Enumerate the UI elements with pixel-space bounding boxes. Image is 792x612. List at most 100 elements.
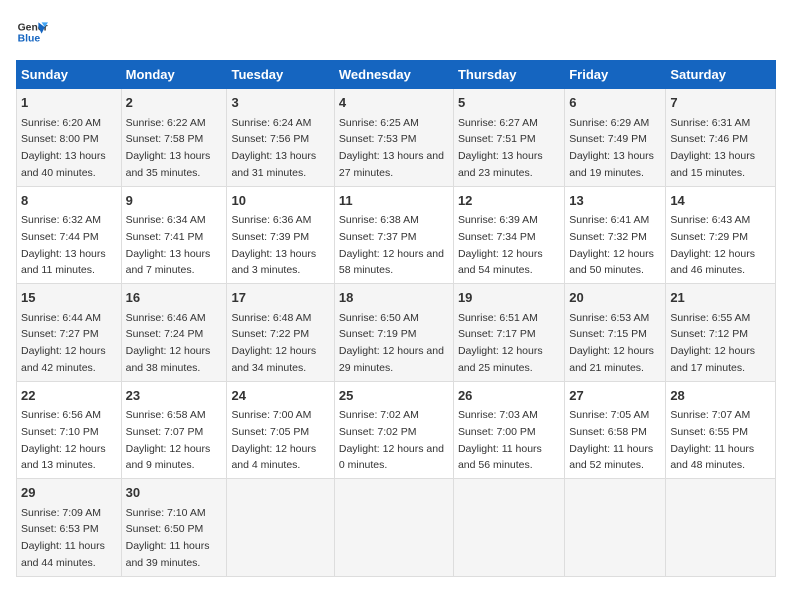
cell-details: Sunrise: 6:58 AMSunset: 7:07 PMDaylight:…	[126, 409, 211, 471]
day-number: 30	[126, 483, 223, 503]
calendar-cell: 13 Sunrise: 6:41 AMSunset: 7:32 PMDaylig…	[565, 186, 666, 284]
calendar-table: SundayMondayTuesdayWednesdayThursdayFrid…	[16, 60, 776, 577]
calendar-cell: 20 Sunrise: 6:53 AMSunset: 7:15 PMDaylig…	[565, 284, 666, 382]
calendar-cell: 19 Sunrise: 6:51 AMSunset: 7:17 PMDaylig…	[453, 284, 564, 382]
calendar-cell: 23 Sunrise: 6:58 AMSunset: 7:07 PMDaylig…	[121, 381, 227, 479]
calendar-cell	[565, 479, 666, 577]
calendar-cell: 15 Sunrise: 6:44 AMSunset: 7:27 PMDaylig…	[17, 284, 122, 382]
calendar-cell: 21 Sunrise: 6:55 AMSunset: 7:12 PMDaylig…	[666, 284, 776, 382]
calendar-cell: 3 Sunrise: 6:24 AMSunset: 7:56 PMDayligh…	[227, 89, 334, 187]
day-number: 12	[458, 191, 560, 211]
cell-details: Sunrise: 6:25 AMSunset: 7:53 PMDaylight:…	[339, 117, 444, 179]
calendar-cell: 16 Sunrise: 6:46 AMSunset: 7:24 PMDaylig…	[121, 284, 227, 382]
day-number: 19	[458, 288, 560, 308]
cell-details: Sunrise: 6:44 AMSunset: 7:27 PMDaylight:…	[21, 312, 106, 374]
calendar-cell: 26 Sunrise: 7:03 AMSunset: 7:00 PMDaylig…	[453, 381, 564, 479]
day-number: 18	[339, 288, 449, 308]
day-number: 24	[231, 386, 329, 406]
calendar-cell: 11 Sunrise: 6:38 AMSunset: 7:37 PMDaylig…	[334, 186, 453, 284]
cell-details: Sunrise: 7:03 AMSunset: 7:00 PMDaylight:…	[458, 409, 542, 471]
header-row: SundayMondayTuesdayWednesdayThursdayFrid…	[17, 61, 776, 89]
calendar-cell: 2 Sunrise: 6:22 AMSunset: 7:58 PMDayligh…	[121, 89, 227, 187]
calendar-cell: 1 Sunrise: 6:20 AMSunset: 8:00 PMDayligh…	[17, 89, 122, 187]
cell-details: Sunrise: 6:53 AMSunset: 7:15 PMDaylight:…	[569, 312, 654, 374]
week-row-3: 15 Sunrise: 6:44 AMSunset: 7:27 PMDaylig…	[17, 284, 776, 382]
calendar-cell: 14 Sunrise: 6:43 AMSunset: 7:29 PMDaylig…	[666, 186, 776, 284]
day-number: 25	[339, 386, 449, 406]
day-number: 15	[21, 288, 117, 308]
col-header-monday: Monday	[121, 61, 227, 89]
day-number: 3	[231, 93, 329, 113]
calendar-cell: 18 Sunrise: 6:50 AMSunset: 7:19 PMDaylig…	[334, 284, 453, 382]
calendar-cell: 6 Sunrise: 6:29 AMSunset: 7:49 PMDayligh…	[565, 89, 666, 187]
cell-details: Sunrise: 7:07 AMSunset: 6:55 PMDaylight:…	[670, 409, 754, 471]
cell-details: Sunrise: 6:31 AMSunset: 7:46 PMDaylight:…	[670, 117, 755, 179]
calendar-cell	[334, 479, 453, 577]
day-number: 6	[569, 93, 661, 113]
col-header-tuesday: Tuesday	[227, 61, 334, 89]
cell-details: Sunrise: 6:41 AMSunset: 7:32 PMDaylight:…	[569, 214, 654, 276]
day-number: 16	[126, 288, 223, 308]
cell-details: Sunrise: 6:43 AMSunset: 7:29 PMDaylight:…	[670, 214, 755, 276]
calendar-cell: 9 Sunrise: 6:34 AMSunset: 7:41 PMDayligh…	[121, 186, 227, 284]
day-number: 17	[231, 288, 329, 308]
day-number: 22	[21, 386, 117, 406]
calendar-cell	[666, 479, 776, 577]
day-number: 9	[126, 191, 223, 211]
day-number: 28	[670, 386, 771, 406]
cell-details: Sunrise: 6:46 AMSunset: 7:24 PMDaylight:…	[126, 312, 211, 374]
cell-details: Sunrise: 7:10 AMSunset: 6:50 PMDaylight:…	[126, 507, 210, 569]
calendar-cell: 7 Sunrise: 6:31 AMSunset: 7:46 PMDayligh…	[666, 89, 776, 187]
calendar-cell: 17 Sunrise: 6:48 AMSunset: 7:22 PMDaylig…	[227, 284, 334, 382]
cell-details: Sunrise: 7:00 AMSunset: 7:05 PMDaylight:…	[231, 409, 316, 471]
calendar-cell: 29 Sunrise: 7:09 AMSunset: 6:53 PMDaylig…	[17, 479, 122, 577]
day-number: 26	[458, 386, 560, 406]
week-row-1: 1 Sunrise: 6:20 AMSunset: 8:00 PMDayligh…	[17, 89, 776, 187]
week-row-4: 22 Sunrise: 6:56 AMSunset: 7:10 PMDaylig…	[17, 381, 776, 479]
calendar-cell: 22 Sunrise: 6:56 AMSunset: 7:10 PMDaylig…	[17, 381, 122, 479]
cell-details: Sunrise: 6:22 AMSunset: 7:58 PMDaylight:…	[126, 117, 211, 179]
cell-details: Sunrise: 6:38 AMSunset: 7:37 PMDaylight:…	[339, 214, 444, 276]
cell-details: Sunrise: 6:39 AMSunset: 7:34 PMDaylight:…	[458, 214, 543, 276]
day-number: 21	[670, 288, 771, 308]
day-number: 2	[126, 93, 223, 113]
cell-details: Sunrise: 6:56 AMSunset: 7:10 PMDaylight:…	[21, 409, 106, 471]
col-header-friday: Friday	[565, 61, 666, 89]
calendar-cell	[227, 479, 334, 577]
header: General Blue	[16, 16, 776, 48]
day-number: 27	[569, 386, 661, 406]
day-number: 8	[21, 191, 117, 211]
col-header-wednesday: Wednesday	[334, 61, 453, 89]
cell-details: Sunrise: 6:51 AMSunset: 7:17 PMDaylight:…	[458, 312, 543, 374]
week-row-5: 29 Sunrise: 7:09 AMSunset: 6:53 PMDaylig…	[17, 479, 776, 577]
calendar-cell: 10 Sunrise: 6:36 AMSunset: 7:39 PMDaylig…	[227, 186, 334, 284]
calendar-cell: 24 Sunrise: 7:00 AMSunset: 7:05 PMDaylig…	[227, 381, 334, 479]
cell-details: Sunrise: 6:50 AMSunset: 7:19 PMDaylight:…	[339, 312, 444, 374]
calendar-cell: 30 Sunrise: 7:10 AMSunset: 6:50 PMDaylig…	[121, 479, 227, 577]
day-number: 20	[569, 288, 661, 308]
calendar-cell: 12 Sunrise: 6:39 AMSunset: 7:34 PMDaylig…	[453, 186, 564, 284]
logo-icon: General Blue	[16, 16, 48, 48]
day-number: 11	[339, 191, 449, 211]
day-number: 13	[569, 191, 661, 211]
col-header-thursday: Thursday	[453, 61, 564, 89]
week-row-2: 8 Sunrise: 6:32 AMSunset: 7:44 PMDayligh…	[17, 186, 776, 284]
calendar-cell: 27 Sunrise: 7:05 AMSunset: 6:58 PMDaylig…	[565, 381, 666, 479]
cell-details: Sunrise: 6:29 AMSunset: 7:49 PMDaylight:…	[569, 117, 654, 179]
calendar-cell: 25 Sunrise: 7:02 AMSunset: 7:02 PMDaylig…	[334, 381, 453, 479]
cell-details: Sunrise: 6:36 AMSunset: 7:39 PMDaylight:…	[231, 214, 316, 276]
cell-details: Sunrise: 6:34 AMSunset: 7:41 PMDaylight:…	[126, 214, 211, 276]
col-header-saturday: Saturday	[666, 61, 776, 89]
cell-details: Sunrise: 6:27 AMSunset: 7:51 PMDaylight:…	[458, 117, 543, 179]
cell-details: Sunrise: 7:05 AMSunset: 6:58 PMDaylight:…	[569, 409, 653, 471]
calendar-cell: 8 Sunrise: 6:32 AMSunset: 7:44 PMDayligh…	[17, 186, 122, 284]
day-number: 5	[458, 93, 560, 113]
day-number: 7	[670, 93, 771, 113]
calendar-cell: 4 Sunrise: 6:25 AMSunset: 7:53 PMDayligh…	[334, 89, 453, 187]
cell-details: Sunrise: 6:20 AMSunset: 8:00 PMDaylight:…	[21, 117, 106, 179]
cell-details: Sunrise: 7:02 AMSunset: 7:02 PMDaylight:…	[339, 409, 444, 471]
cell-details: Sunrise: 6:55 AMSunset: 7:12 PMDaylight:…	[670, 312, 755, 374]
cell-details: Sunrise: 6:24 AMSunset: 7:56 PMDaylight:…	[231, 117, 316, 179]
day-number: 29	[21, 483, 117, 503]
day-number: 23	[126, 386, 223, 406]
